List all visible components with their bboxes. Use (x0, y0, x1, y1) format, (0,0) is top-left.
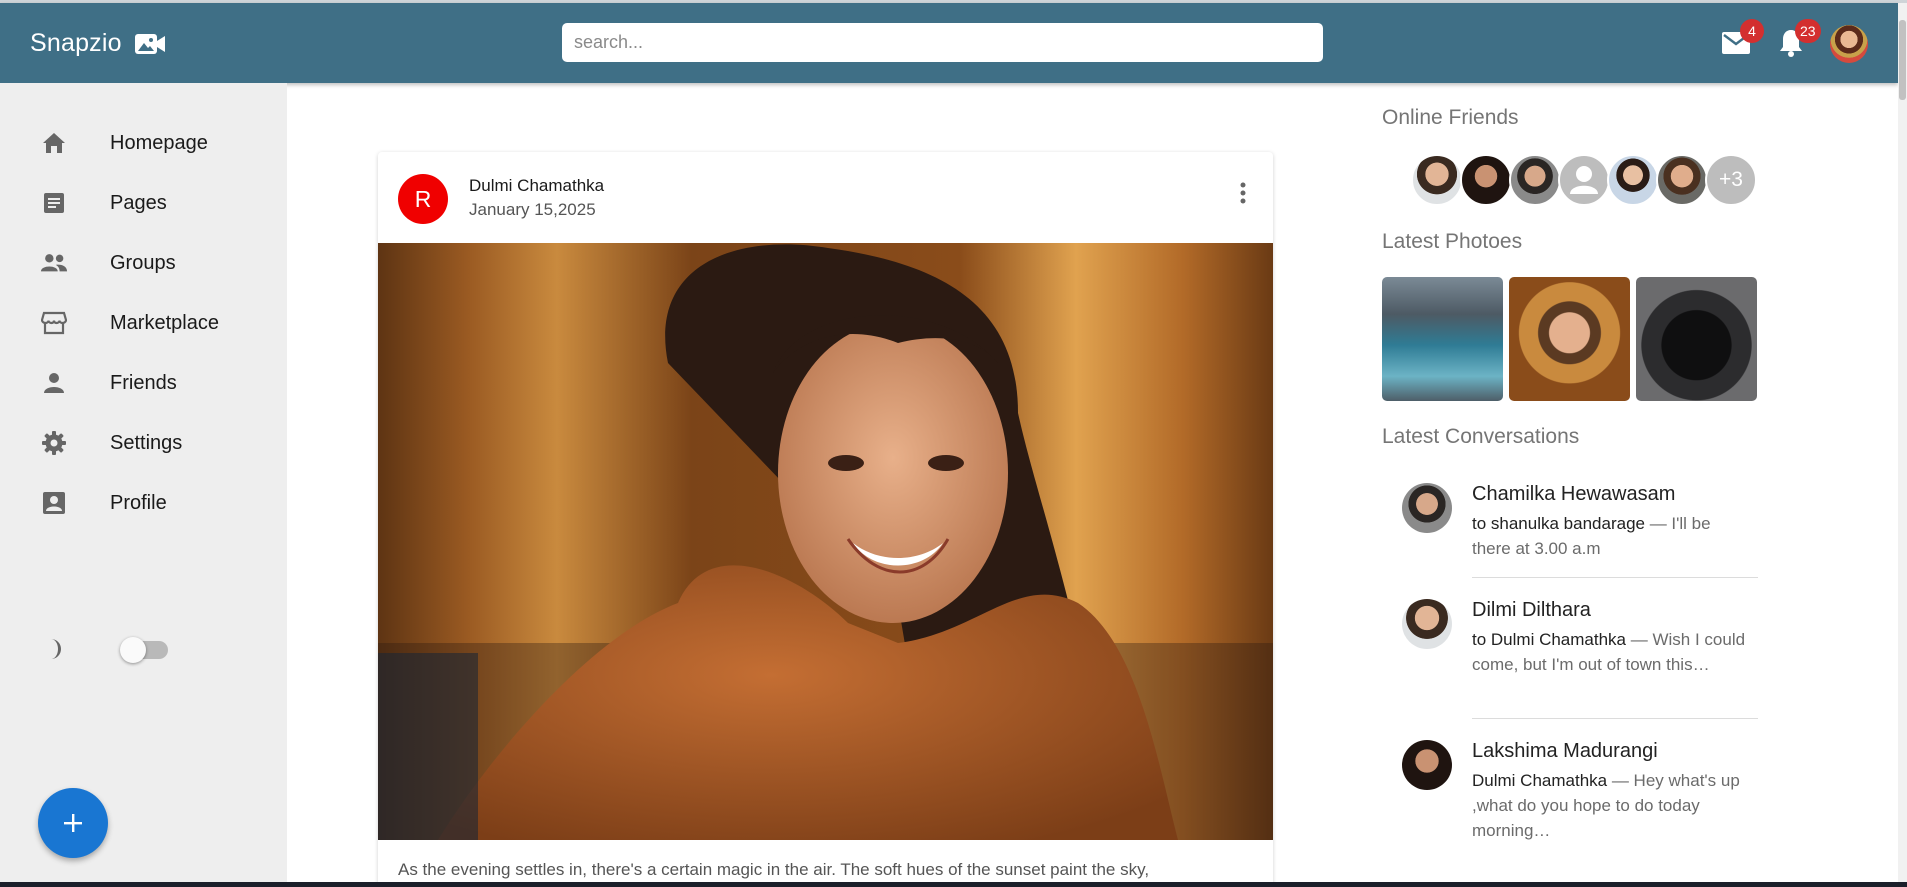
sidebar-item-label: Groups (110, 251, 176, 274)
sidebar-item-profile[interactable]: Profile (0, 479, 287, 527)
sidebar: Homepage Pages Groups Marketplace Friend… (0, 83, 287, 887)
scrollbar-thumb[interactable] (1899, 20, 1906, 100)
plus-icon (64, 814, 82, 832)
taskbar-edge (0, 882, 1907, 887)
conversation-item[interactable]: Lakshima Madurangi Dulmi Chamathka — Hey… (1382, 740, 1758, 850)
online-friend-avatar[interactable] (1411, 154, 1463, 206)
brand-name: Snapzio (30, 29, 122, 57)
current-user-avatar[interactable] (1830, 25, 1868, 63)
divider (1472, 577, 1758, 578)
more-online-friends[interactable]: +3 (1705, 154, 1757, 206)
conversation-avatar (1402, 483, 1452, 533)
gear-icon (40, 429, 68, 457)
mail-button[interactable]: 4 (1720, 19, 1764, 59)
page-scrollbar[interactable] (1898, 3, 1907, 887)
search-input[interactable] (562, 23, 1323, 62)
sidebar-item-label: Homepage (110, 131, 208, 154)
more-vertical-icon (1240, 182, 1246, 204)
storefront-icon (40, 309, 68, 337)
post-caption: As the evening settles in, there's a cer… (398, 860, 1150, 879)
post-date: January 15,2025 (469, 200, 596, 219)
latest-photo-lake[interactable] (1382, 277, 1503, 401)
sidebar-item-pages[interactable]: Pages (0, 179, 287, 227)
conversation-preview: to shanulka bandarage — I'll be there at… (1472, 511, 1748, 561)
conversation-name: Chamilka Hewawasam (1472, 483, 1676, 505)
conversation-recipient: to Dulmi Chamathka (1472, 630, 1627, 649)
online-friend-avatar[interactable] (1460, 154, 1512, 206)
sidebar-item-settings[interactable]: Settings (0, 419, 287, 467)
sidebar-item-label: Marketplace (110, 311, 219, 334)
account-box-icon (40, 489, 68, 517)
post-more-button[interactable] (1228, 178, 1258, 208)
online-friend-avatar[interactable] (1558, 154, 1610, 206)
conversation-recipient: Dulmi Chamathka (1472, 771, 1608, 790)
video-camera-photo-icon (134, 33, 165, 54)
moon-icon (40, 635, 68, 663)
person-placeholder-icon (1570, 166, 1598, 194)
post-card: R Dulmi Chamathka January 15,2025 As the… (378, 152, 1273, 887)
sidebar-item-label: Settings (110, 431, 183, 454)
divider (1472, 718, 1758, 719)
post-author-name[interactable]: Dulmi Chamathka (469, 176, 604, 196)
conversation-name: Lakshima Madurangi (1472, 740, 1658, 762)
sidebar-item-marketplace[interactable]: Marketplace (0, 299, 287, 347)
sidebar-item-label: Profile (110, 491, 167, 514)
notifications-badge: 23 (1795, 19, 1821, 43)
conversation-avatar (1402, 599, 1452, 649)
add-post-button[interactable] (38, 788, 108, 858)
dark-mode-toggle-thumb[interactable] (120, 637, 146, 663)
post-image[interactable] (378, 243, 1273, 840)
person-icon (40, 369, 68, 397)
latest-photos-title: Latest Photoes (1382, 230, 1523, 253)
notifications-button[interactable]: 23 (1775, 19, 1821, 59)
conversation-name: Dilmi Dilthara (1472, 599, 1591, 621)
mail-badge: 4 (1740, 19, 1764, 43)
online-friend-avatar[interactable] (1607, 154, 1659, 206)
online-friend-avatar[interactable] (1656, 154, 1708, 206)
latest-photo-portrait[interactable] (1509, 277, 1630, 401)
online-friends-title: Online Friends (1382, 106, 1519, 129)
conversation-recipient: to shanulka bandarage (1472, 514, 1645, 533)
online-friend-avatar[interactable] (1509, 154, 1561, 206)
sidebar-item-homepage[interactable]: Homepage (0, 119, 287, 167)
conversation-avatar (1402, 740, 1452, 790)
app-bar: Snapzio 4 23 (0, 3, 1898, 83)
latest-photo-motorcycle[interactable] (1636, 277, 1757, 401)
conversation-preview: Dulmi Chamathka — Hey what's up ,what do… (1472, 768, 1748, 843)
conversation-preview: to Dulmi Chamathka — Wish I could come, … (1472, 627, 1748, 677)
dark-mode-row (0, 625, 287, 673)
conversation-item[interactable]: Dilmi Dilthara to Dulmi Chamathka — Wish… (1382, 599, 1758, 709)
sidebar-item-friends[interactable]: Friends (0, 359, 287, 407)
home-icon (40, 129, 68, 157)
groups-icon (40, 249, 68, 277)
sidebar-item-label: Pages (110, 191, 167, 214)
brand[interactable]: Snapzio (30, 29, 166, 58)
sidebar-item-label: Friends (110, 371, 177, 394)
latest-conversations-title: Latest Conversations (1382, 425, 1580, 448)
sidebar-item-groups[interactable]: Groups (0, 239, 287, 287)
article-icon (40, 189, 68, 217)
post-author-avatar[interactable]: R (398, 174, 448, 224)
conversation-item[interactable]: Chamilka Hewawasam to shanulka bandarage… (1382, 483, 1758, 579)
